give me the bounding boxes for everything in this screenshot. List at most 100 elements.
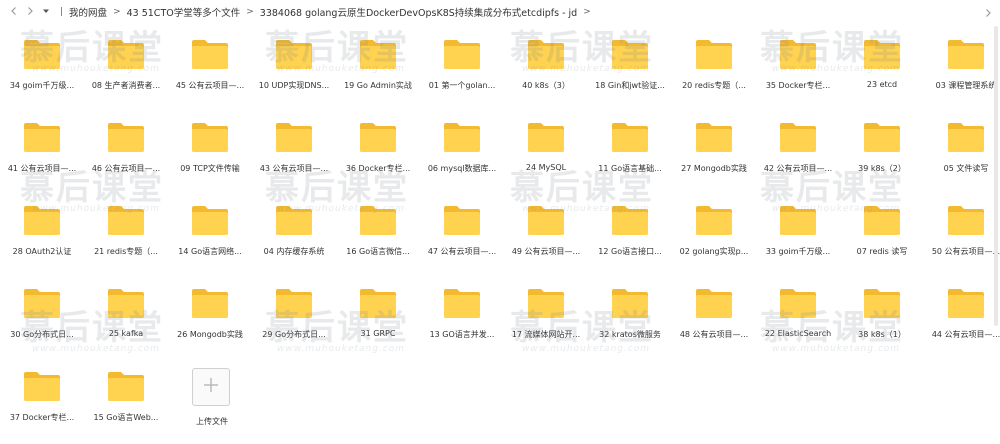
folder-label: 36 Docker专栏... xyxy=(345,164,411,173)
folder-label: 34 goim千万级... xyxy=(9,81,75,90)
folder-item[interactable]: 29 Go分布式日... xyxy=(252,279,336,349)
folder-label: 17 流媒体网站开... xyxy=(511,330,581,339)
folder-icon xyxy=(527,204,565,236)
folder-item[interactable]: 48 公有云项目—... xyxy=(672,279,756,349)
folder-icon xyxy=(947,121,985,153)
folder-icon xyxy=(107,121,145,153)
folder-label: 31 GRPC xyxy=(360,329,396,338)
folder-item[interactable]: 16 Go语言微信... xyxy=(336,196,420,266)
folder-item[interactable]: 47 公有云项目—... xyxy=(420,196,504,266)
back-button[interactable] xyxy=(6,4,22,20)
folder-icon xyxy=(947,38,985,70)
folder-item[interactable]: 33 goim千万级... xyxy=(756,196,840,266)
folder-label: 48 公有云项目—... xyxy=(679,330,749,339)
folder-item[interactable]: 38 k8s（1） xyxy=(840,279,924,349)
folder-item[interactable]: 46 公有云项目—... xyxy=(84,113,168,183)
folder-item[interactable]: 35 Docker专栏... xyxy=(756,30,840,100)
folder-item[interactable]: 06 mysql数据库... xyxy=(420,113,504,183)
folder-item[interactable]: 49 公有云项目—... xyxy=(504,196,588,266)
folder-item[interactable]: 31 GRPC xyxy=(336,279,420,349)
folder-item[interactable]: 23 etcd xyxy=(840,30,924,100)
folder-item[interactable]: 11 Go语言基础... xyxy=(588,113,672,183)
folder-item[interactable]: 14 Go语言网络... xyxy=(168,196,252,266)
folder-icon xyxy=(107,38,145,70)
folder-item[interactable]: 12 Go语言接口... xyxy=(588,196,672,266)
folder-item[interactable]: 24 MySQL xyxy=(504,113,588,183)
breadcrumb-item[interactable]: 我的网盘 xyxy=(69,5,107,19)
folder-item[interactable]: 13 GO语言并发... xyxy=(420,279,504,349)
folder-item[interactable]: 34 goim千万级... xyxy=(0,30,84,100)
folder-icon xyxy=(443,38,481,70)
breadcrumb-item[interactable]: 3384068 golang云原生DockerDevOpsK8S持续集成分布式e… xyxy=(260,5,577,19)
folder-item[interactable]: 18 Gin和jwt验证... xyxy=(588,30,672,100)
folder-item[interactable]: 20 redis专题（... xyxy=(672,30,756,100)
folder-label: 14 Go语言网络... xyxy=(178,247,242,256)
folder-item[interactable]: 42 公有云项目—... xyxy=(756,113,840,183)
folder-item[interactable]: 21 redis专题（... xyxy=(84,196,168,266)
folder-item[interactable]: 04 内存缓存系统 xyxy=(252,196,336,266)
expand-right-button[interactable] xyxy=(982,6,994,18)
folder-item[interactable]: 32 kratos微服务 xyxy=(588,279,672,349)
folder-item[interactable]: 45 公有云项目—... xyxy=(168,30,252,100)
folder-item[interactable]: 02 golang实现p... xyxy=(672,196,756,266)
folder-icon xyxy=(863,121,901,153)
folder-item[interactable]: 08 生产者消费者... xyxy=(84,30,168,100)
folder-label: 45 公有云项目—... xyxy=(175,81,245,90)
upload-button[interactable] xyxy=(192,368,230,406)
folder-item[interactable]: 43 公有云项目—... xyxy=(252,113,336,183)
folder-label: 32 kratos微服务 xyxy=(599,330,661,339)
chevron-right-icon xyxy=(983,3,993,22)
folder-label: 44 公有云项目—... xyxy=(931,330,1000,339)
folder-label: 21 redis专题（... xyxy=(94,247,158,256)
folder-label: 33 goim千万级... xyxy=(765,247,831,256)
folder-label: 37 Docker专栏... xyxy=(9,413,75,422)
breadcrumb: 我的网盘 > 43 51CTO学堂等多个文件 > 3384068 golang云… xyxy=(69,5,597,19)
folder-item[interactable]: 09 TCP文件传输 xyxy=(168,113,252,183)
folder-item[interactable]: 41 公有云项目—... xyxy=(0,113,84,183)
folder-label: 40 k8s（3） xyxy=(522,81,570,90)
folder-item[interactable]: 30 Go分布式日... xyxy=(0,279,84,349)
folder-item[interactable]: 03 课程管理系统 xyxy=(924,30,1000,100)
folder-item[interactable]: 17 流媒体网站开... xyxy=(504,279,588,349)
folder-label: 16 Go语言微信... xyxy=(346,247,410,256)
folder-icon xyxy=(695,287,733,319)
folder-icon xyxy=(23,370,61,402)
folder-icon xyxy=(863,287,901,319)
folder-item[interactable]: 37 Docker专栏... xyxy=(0,362,84,432)
folder-item[interactable]: 26 Mongodb实践 xyxy=(168,279,252,349)
folder-label: 50 公有云项目—... xyxy=(931,247,1000,256)
folder-item[interactable]: 15 Go语言Web... xyxy=(84,362,168,432)
folder-item[interactable]: 50 公有云项目—... xyxy=(924,196,1000,266)
folder-item[interactable]: 07 redis 读写 xyxy=(840,196,924,266)
folder-item[interactable]: 28 OAuth2认证 xyxy=(0,196,84,266)
folder-label: 01 第一个golan... xyxy=(428,81,496,90)
folder-label: 28 OAuth2认证 xyxy=(12,247,72,256)
folder-item[interactable]: 25 kafka xyxy=(84,279,168,349)
folder-icon xyxy=(23,287,61,319)
folder-icon xyxy=(275,204,313,236)
folder-icon xyxy=(107,370,145,402)
folder-icon xyxy=(191,204,229,236)
folder-item[interactable]: 01 第一个golan... xyxy=(420,30,504,100)
folder-item[interactable]: 22 ElasticSearch xyxy=(756,279,840,349)
breadcrumb-item[interactable]: 43 51CTO学堂等多个文件 xyxy=(127,5,241,19)
folder-item[interactable]: 40 k8s（3） xyxy=(504,30,588,100)
folder-label: 38 k8s（1） xyxy=(858,330,906,339)
folder-icon xyxy=(23,38,61,70)
upload-file-tile[interactable]: 上传文件 xyxy=(170,366,254,436)
folder-icon xyxy=(611,121,649,153)
folder-item[interactable]: 39 k8s（2） xyxy=(840,113,924,183)
folder-item[interactable]: 44 公有云项目—... xyxy=(924,279,1000,349)
forward-button[interactable] xyxy=(22,4,38,20)
folder-item[interactable]: 27 Mongodb实践 xyxy=(672,113,756,183)
folder-item[interactable]: 05 文件读写 xyxy=(924,113,1000,183)
folder-item[interactable]: 36 Docker专栏... xyxy=(336,113,420,183)
folder-label: 42 公有云项目—... xyxy=(763,164,833,173)
navigation-bar: | 我的网盘 > 43 51CTO学堂等多个文件 > 3384068 golan… xyxy=(0,0,1000,24)
folder-icon xyxy=(275,38,313,70)
folder-icon xyxy=(23,204,61,236)
history-dropdown-button[interactable] xyxy=(38,4,54,20)
scrollbar[interactable] xyxy=(994,26,998,326)
folder-item[interactable]: 19 Go Admin实战 xyxy=(336,30,420,100)
folder-item[interactable]: 10 UDP实现DNS... xyxy=(252,30,336,100)
